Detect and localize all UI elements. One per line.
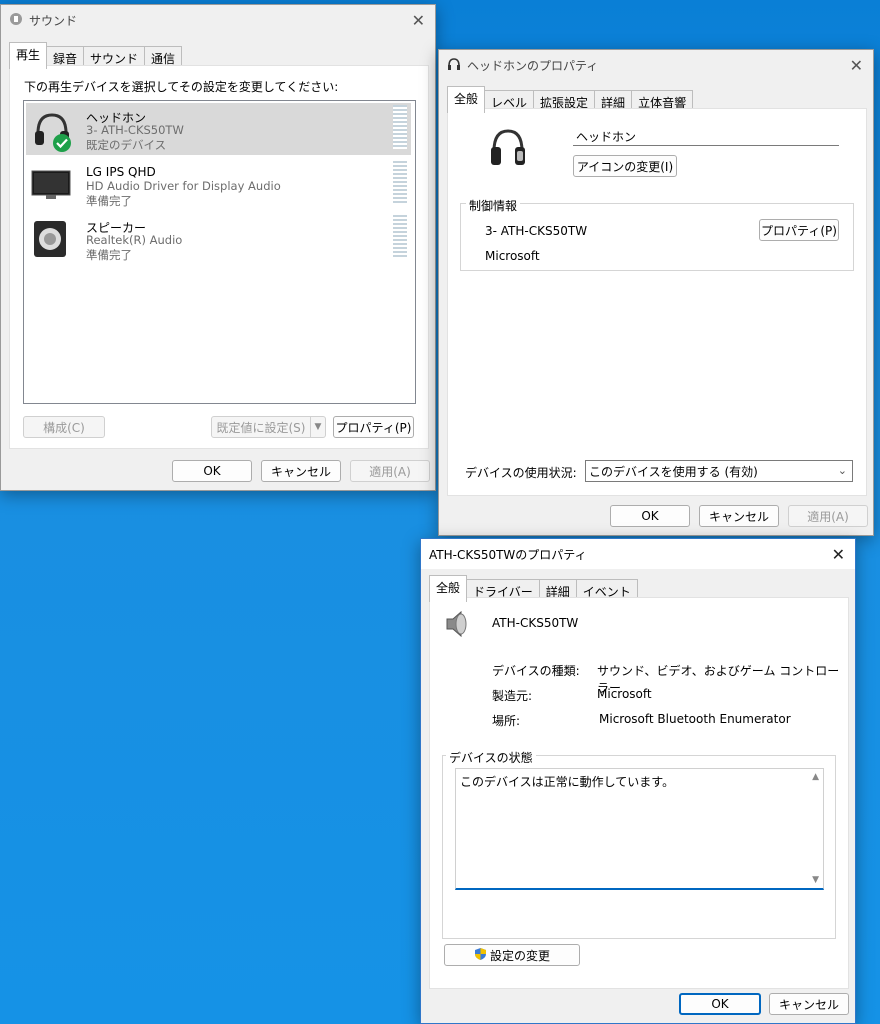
headphone-general-panel: ヘッドホン アイコンの変更(I) 制御情報 3- ATH-CKS50TW プロパ…: [447, 108, 867, 496]
device-general-panel: ATH-CKS50TW デバイスの種類: サウンド、ビデオ、およびゲーム コント…: [429, 597, 849, 989]
change-settings-button[interactable]: 設定の変更: [444, 944, 580, 966]
sound-title: サウンド: [29, 13, 78, 28]
properties-button[interactable]: プロパティ(P): [333, 416, 414, 438]
cancel-button[interactable]: キャンセル: [261, 460, 341, 482]
scroll-up-icon[interactable]: ▲: [812, 772, 819, 782]
set-default-dropdown[interactable]: ▼: [310, 416, 326, 438]
close-icon[interactable]: ✕: [850, 56, 863, 75]
tab-playback[interactable]: 再生: [9, 42, 48, 69]
apply-button[interactable]: 適用(A): [350, 460, 430, 482]
chevron-down-icon: ▼: [314, 422, 322, 432]
device-status: 準備完了: [86, 194, 132, 208]
headphones-icon: [447, 57, 461, 74]
device-item-headphones[interactable]: ヘッドホン 3- ATH-CKS50TW 既定のデバイス: [26, 103, 411, 155]
headphone-props-window: ヘッドホンのプロパティ ✕ 全般 レベル 拡張設定 詳細 立体音響 ヘッドホン …: [438, 49, 874, 536]
shield-icon: [474, 947, 487, 964]
speaker-icon: [32, 219, 68, 262]
device-status-textbox[interactable]: このデバイスは正常に動作しています。 ▲ ▼: [455, 768, 824, 890]
apply-button[interactable]: 適用(A): [788, 505, 868, 527]
cancel-button[interactable]: キャンセル: [769, 993, 849, 1015]
device-detail: 3- ATH-CKS50TW: [86, 123, 184, 137]
chevron-down-icon: ⌄: [837, 464, 847, 477]
ok-button[interactable]: OK: [172, 460, 252, 482]
device-props-titlebar[interactable]: ATH-CKS50TWのプロパティ ✕: [421, 539, 855, 569]
headphone-props-titlebar[interactable]: ヘッドホンのプロパティ ✕: [439, 50, 873, 80]
set-default-button[interactable]: 既定値に設定(S): [211, 416, 311, 438]
headphone-props-title: ヘッドホンのプロパティ: [467, 58, 599, 73]
sound-app-icon: [9, 12, 23, 29]
tab-general[interactable]: 全般: [429, 575, 468, 602]
speaker-icon: [444, 610, 470, 641]
manufacturer-value: Microsoft: [597, 687, 652, 701]
manufacturer-label: 製造元:: [492, 689, 533, 703]
monitor-icon: [30, 167, 74, 206]
device-name-field[interactable]: ヘッドホン: [573, 128, 839, 146]
device-name: ATH-CKS50TW: [492, 616, 579, 630]
device-usage-value: このデバイスを使用する (有効): [589, 464, 758, 479]
ok-button[interactable]: OK: [679, 993, 761, 1015]
headphones-large-icon: [490, 127, 526, 172]
level-meter: [393, 215, 407, 259]
device-props-title: ATH-CKS50TWのプロパティ: [429, 547, 587, 562]
device-name: LG IPS QHD: [86, 165, 156, 179]
device-detail: HD Audio Driver for Display Audio: [86, 179, 281, 193]
device-status: 準備完了: [86, 248, 132, 262]
device-usage-select[interactable]: このデバイスを使用する (有効) ⌄: [585, 460, 853, 482]
instruction-text: 下の再生デバイスを選択してその設定を変更してください:: [24, 80, 339, 94]
location-label: 場所:: [492, 714, 521, 728]
sound-window: サウンド ✕ 再生 録音 サウンド 通信 下の再生デバイスを選択してその設定を変…: [0, 4, 436, 491]
cancel-button[interactable]: キャンセル: [699, 505, 779, 527]
controller-name: 3- ATH-CKS50TW: [485, 224, 588, 238]
ok-button[interactable]: OK: [610, 505, 690, 527]
configure-button[interactable]: 構成(C): [23, 416, 105, 438]
device-type-label: デバイスの種類:: [492, 664, 580, 678]
sound-tab-panel: 下の再生デバイスを選択してその設定を変更してください: ヘッドホン 3- ATH…: [9, 65, 429, 449]
device-props-window: ATH-CKS50TWのプロパティ ✕ 全般 ドライバー 詳細 イベント ATH…: [420, 538, 856, 1024]
device-detail: Realtek(R) Audio: [86, 233, 183, 247]
change-settings-label: 設定の変更: [489, 948, 550, 963]
level-meter: [393, 105, 407, 149]
device-list[interactable]: ヘッドホン 3- ATH-CKS50TW 既定のデバイス LG IPS QHD …: [23, 100, 416, 404]
change-icon-button[interactable]: アイコンの変更(I): [573, 155, 677, 177]
device-status: 既定のデバイス: [86, 138, 167, 152]
controller-manufacturer: Microsoft: [485, 249, 540, 263]
device-status-text: このデバイスは正常に動作しています。: [460, 775, 675, 789]
close-icon[interactable]: ✕: [832, 545, 845, 564]
device-usage-label: デバイスの使用状況:: [465, 466, 577, 480]
sound-titlebar[interactable]: サウンド ✕: [1, 5, 435, 35]
device-item-monitor[interactable]: LG IPS QHD HD Audio Driver for Display A…: [26, 159, 411, 211]
controller-properties-button[interactable]: プロパティ(P): [759, 219, 839, 241]
device-status-label: デバイスの状態: [446, 749, 536, 766]
headphones-icon: [32, 109, 72, 156]
location-value: Microsoft Bluetooth Enumerator: [599, 712, 791, 726]
scroll-down-icon[interactable]: ▼: [812, 875, 819, 885]
level-meter: [393, 161, 407, 205]
tab-general[interactable]: 全般: [447, 86, 486, 113]
close-icon[interactable]: ✕: [412, 11, 425, 30]
device-item-speaker[interactable]: スピーカー Realtek(R) Audio 準備完了: [26, 213, 411, 265]
controller-info-label: 制御情報: [466, 197, 521, 214]
